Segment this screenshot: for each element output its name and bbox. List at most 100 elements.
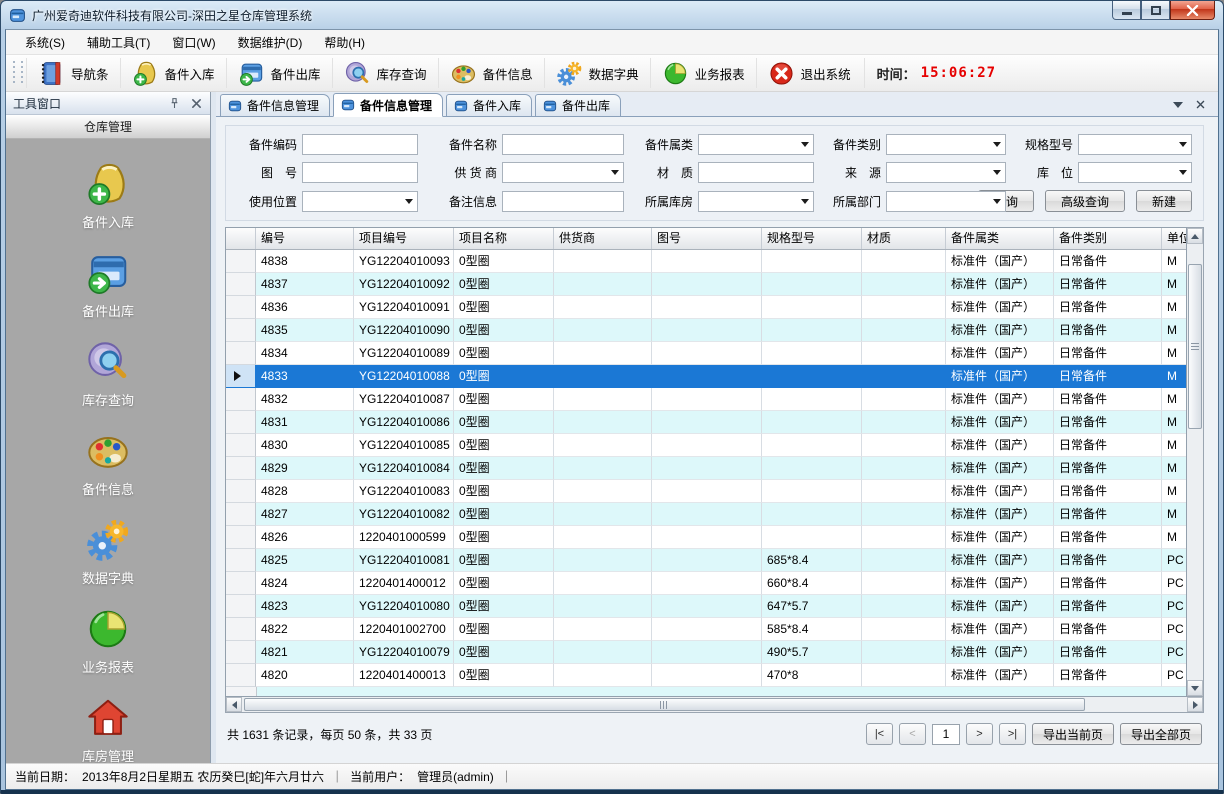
warehouse-select[interactable] (698, 191, 814, 212)
table-row[interactable]: 4827YG122040100820型圈标准件（国产）日常备件M (226, 503, 1186, 526)
page-number-input[interactable] (932, 724, 960, 745)
last-page-button[interactable]: >| (999, 723, 1026, 745)
menu-item[interactable]: 数据维护(D) (227, 30, 314, 55)
scroll-right-button[interactable] (1187, 697, 1203, 712)
toolbar-button[interactable]: 业务报表 (650, 58, 756, 88)
vertical-scrollbar[interactable] (1187, 227, 1204, 697)
table-row[interactable]: 4823YG122040100800型圈647*5.7标准件（国产）日常备件PC (226, 595, 1186, 618)
scroll-left-button[interactable] (226, 697, 242, 712)
table-row[interactable]: 4835YG122040100900型圈标准件（国产）日常备件M (226, 319, 1186, 342)
close-icon[interactable] (190, 97, 203, 110)
table-row[interactable]: 4828YG122040100830型圈标准件（国产）日常备件M (226, 480, 1186, 503)
toolbar-button[interactable]: 备件出库 (226, 58, 332, 88)
remark-input[interactable] (502, 191, 624, 212)
row-selector[interactable] (226, 526, 256, 549)
menu-item[interactable]: 帮助(H) (313, 30, 376, 55)
table-row[interactable]: 4837YG122040100920型圈标准件（国产）日常备件M (226, 273, 1186, 296)
tab[interactable]: 备件信息管理 (220, 94, 330, 116)
column-header[interactable]: 备件属类 (946, 228, 1054, 249)
source-select[interactable] (886, 162, 1006, 183)
close-tab-icon[interactable] (1195, 99, 1206, 110)
column-header[interactable]: 单位 (1162, 228, 1187, 249)
part-name-input[interactable] (502, 134, 624, 155)
prev-page-button[interactable]: < (899, 723, 926, 745)
supplier-select[interactable] (502, 162, 624, 183)
next-page-button[interactable]: > (966, 723, 993, 745)
row-selector[interactable] (226, 388, 256, 411)
drawing-no-input[interactable] (302, 162, 418, 183)
row-selector[interactable] (226, 641, 256, 664)
table-row[interactable]: 482612204010005990型圈标准件（国产）日常备件M (226, 526, 1186, 549)
part-code-input[interactable] (302, 134, 418, 155)
table-row[interactable]: 4836YG122040100910型圈标准件（国产）日常备件M (226, 296, 1186, 319)
pin-icon[interactable] (168, 97, 181, 110)
row-selector[interactable] (226, 411, 256, 434)
sidebar-section-header[interactable]: 仓库管理 (6, 115, 210, 139)
menu-item[interactable]: 窗口(W) (161, 30, 226, 55)
scroll-down-button[interactable] (1187, 680, 1203, 696)
column-header[interactable]: 规格型号 (762, 228, 862, 249)
row-selector[interactable] (226, 342, 256, 365)
sidebar-item[interactable]: 备件入库 (6, 151, 210, 240)
row-selector[interactable] (226, 434, 256, 457)
close-button[interactable] (1170, 1, 1215, 20)
table-row[interactable]: 4832YG122040100870型圈标准件（国产）日常备件M (226, 388, 1186, 411)
column-header[interactable]: 供货商 (554, 228, 652, 249)
sidebar-item[interactable]: 业务报表 (6, 596, 210, 685)
toolbar-button[interactable]: 备件入库 (120, 58, 226, 88)
row-selector[interactable] (226, 503, 256, 526)
row-selector[interactable] (226, 572, 256, 595)
toolbar-button[interactable]: 库存查询 (332, 58, 438, 88)
usage-position-select[interactable] (302, 191, 418, 212)
part-category-select[interactable] (886, 134, 1006, 155)
sidebar-item[interactable]: 库存查询 (6, 329, 210, 418)
table-row[interactable]: 4838YG122040100930型圈标准件（国产）日常备件M (226, 250, 1186, 273)
row-selector[interactable] (226, 250, 256, 273)
location-select[interactable] (1078, 162, 1192, 183)
maximize-button[interactable] (1141, 1, 1170, 20)
minimize-button[interactable] (1112, 1, 1141, 20)
row-selector[interactable] (226, 618, 256, 641)
titlebar[interactable]: 广州爱奇迪软件科技有限公司-深田之星仓库管理系统 (5, 1, 1219, 29)
sidebar-item[interactable]: 备件信息 (6, 418, 210, 507)
column-header[interactable]: 图号 (652, 228, 762, 249)
toolbar-button[interactable]: 数据字典 (544, 58, 650, 88)
column-header[interactable]: 备件类别 (1054, 228, 1162, 249)
table-row[interactable]: 4833YG122040100880型圈标准件（国产）日常备件M (226, 365, 1186, 388)
chevron-down-icon[interactable] (1173, 102, 1183, 108)
sidebar-item[interactable]: 数据字典 (6, 507, 210, 596)
table-row[interactable]: 4821YG122040100790型圈490*5.7标准件（国产）日常备件PC (226, 641, 1186, 664)
row-selector[interactable] (226, 296, 256, 319)
table-row[interactable]: 482212204010027000型圈585*8.4标准件（国产）日常备件PC (226, 618, 1186, 641)
column-header[interactable]: 材质 (862, 228, 946, 249)
menu-item[interactable]: 系统(S) (14, 30, 76, 55)
row-selector[interactable] (226, 480, 256, 503)
table-row[interactable]: 4829YG122040100840型圈标准件（国产）日常备件M (226, 457, 1186, 480)
advanced-query-button[interactable]: 高级查询 (1045, 190, 1125, 212)
horizontal-scroll-thumb[interactable] (244, 698, 1085, 711)
row-selector[interactable] (226, 595, 256, 618)
vertical-scroll-track[interactable] (1187, 244, 1203, 680)
scroll-up-button[interactable] (1187, 228, 1203, 244)
department-select[interactable] (886, 191, 1006, 212)
horizontal-scroll-track[interactable] (242, 697, 1187, 712)
part-class-select[interactable] (698, 134, 814, 155)
column-header[interactable]: 编号 (256, 228, 354, 249)
new-button[interactable]: 新建 (1136, 190, 1192, 212)
tab[interactable]: 备件信息管理 (333, 93, 443, 117)
menu-item[interactable]: 辅助工具(T) (76, 30, 161, 55)
toolbar-button[interactable]: 导航条 (26, 58, 120, 88)
tab[interactable]: 备件入库 (446, 94, 532, 116)
row-selector[interactable] (226, 319, 256, 342)
row-selector[interactable] (226, 457, 256, 480)
export-all-pages-button[interactable]: 导出全部页 (1120, 723, 1202, 745)
horizontal-scrollbar[interactable] (225, 697, 1204, 713)
row-selector[interactable] (226, 365, 256, 388)
table-row[interactable]: 482412204014000120型圈660*8.4标准件（国产）日常备件PC (226, 572, 1186, 595)
column-header[interactable]: 项目名称 (454, 228, 554, 249)
first-page-button[interactable]: |< (866, 723, 893, 745)
table-row[interactable]: 4830YG122040100850型圈标准件（国产）日常备件M (226, 434, 1186, 457)
spec-model-select[interactable] (1078, 134, 1192, 155)
table-row[interactable]: 482012204014000130型圈470*8标准件（国产）日常备件PC (226, 664, 1186, 687)
vertical-scroll-thumb[interactable] (1188, 264, 1202, 429)
